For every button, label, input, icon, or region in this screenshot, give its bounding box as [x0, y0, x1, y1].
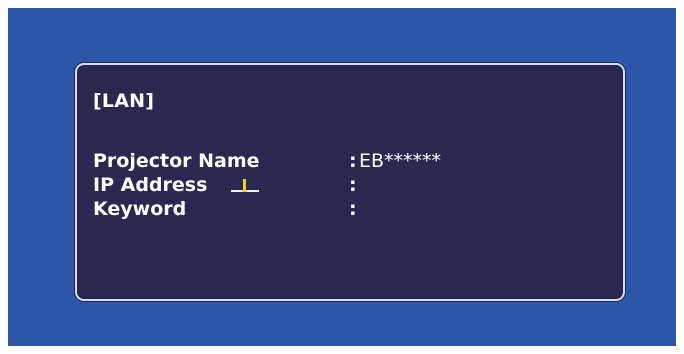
- keyword-row: Keyword :: [93, 197, 613, 221]
- ip-address-row: IP Address :: [93, 173, 613, 197]
- projector-name-label: Projector Name: [93, 150, 260, 172]
- projector-name-separator: :: [349, 150, 357, 172]
- projector-name-row: Projector Name : EB******: [93, 149, 613, 173]
- ip-address-label: IP Address: [93, 174, 208, 196]
- lan-info-panel: [LAN] Projector Name : EB****** IP Addre…: [75, 63, 625, 301]
- cursor-icon: [230, 177, 260, 195]
- projector-name-value: EB******: [359, 150, 442, 172]
- projector-screen: [LAN] Projector Name : EB****** IP Addre…: [8, 8, 676, 346]
- panel-title: [LAN]: [93, 90, 155, 112]
- keyword-label: Keyword: [93, 198, 187, 220]
- keyword-separator: :: [349, 198, 357, 220]
- ip-address-separator: :: [349, 174, 357, 196]
